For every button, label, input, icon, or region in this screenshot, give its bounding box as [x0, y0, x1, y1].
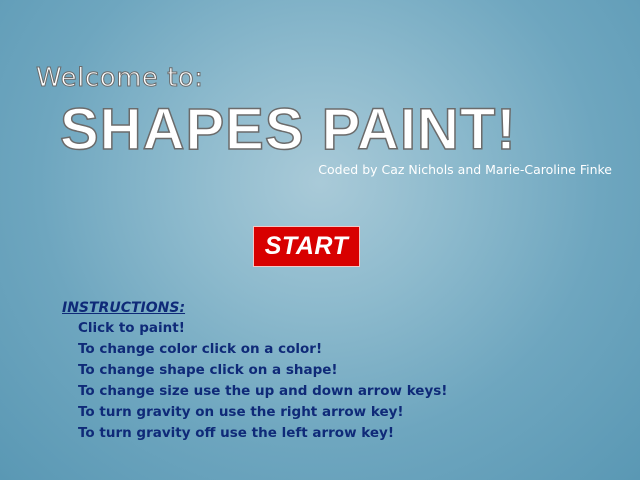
start-button[interactable]: START: [253, 226, 360, 267]
instruction-item: To turn gravity off use the left arrow k…: [78, 425, 394, 441]
game-title: SHAPES PAINT!: [59, 97, 517, 163]
instructions-list: Click to paint! To change color click on…: [62, 318, 447, 444]
instructions-heading: INSTRUCTIONS:: [62, 300, 186, 316]
credits-text: Coded by Caz Nichols and Marie-Caroline …: [318, 162, 612, 177]
instruction-item: Click to paint!: [78, 320, 185, 336]
instruction-item: To turn gravity on use the right arrow k…: [78, 404, 404, 420]
start-button-label: START: [264, 232, 349, 260]
instruction-item: To change size use the up and down arrow…: [78, 383, 448, 399]
welcome-text: Welcome to:: [36, 63, 204, 94]
instructions-panel: INSTRUCTIONS: Click to paint! To change …: [62, 300, 447, 444]
instruction-item: To change color click on a color!: [78, 341, 323, 357]
instruction-item: To change shape click on a shape!: [78, 362, 338, 378]
